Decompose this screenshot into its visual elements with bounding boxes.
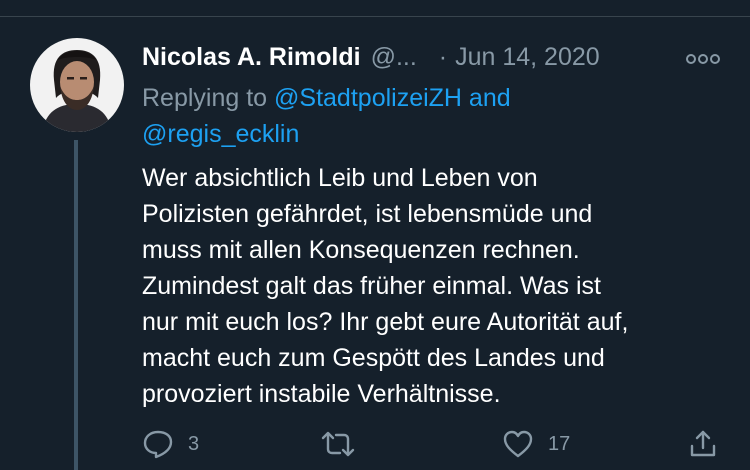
share-icon (690, 430, 716, 457)
replying-to: Replying to @StadtpolizeiZH and @regis_ec… (142, 80, 702, 152)
heart-icon (503, 430, 533, 458)
mention-joiner: and (461, 84, 511, 112)
tweet-header: Nicolas A. Rimoldi @... · Jun 14, 2020 (142, 40, 600, 74)
like-button[interactable]: 17 (502, 424, 570, 464)
share-button[interactable] (688, 424, 718, 464)
tweet-text-line: Zumindest galt das früher einmal. Was is… (142, 272, 601, 300)
top-divider (0, 16, 750, 17)
mention-link[interactable]: @regis_ecklin (142, 120, 299, 148)
tweet-text-line: provoziert instabile Verhältnisse. (142, 380, 501, 408)
separator-dot: · (438, 42, 448, 71)
tweet-text-line: macht euch zum Gespött des Landes und (142, 344, 605, 372)
tweet-date[interactable]: Jun 14, 2020 (455, 43, 600, 72)
tweet-text-line: Wer absichtlich Leib und Leben von (142, 164, 538, 192)
action-bar: 3 17 (0, 424, 750, 464)
tweet-text: Wer absichtlich Leib und Leben von Poliz… (142, 160, 722, 412)
avatar-image (30, 38, 124, 132)
retweet-icon (321, 431, 355, 457)
reply-icon (143, 430, 173, 459)
like-count: 17 (548, 432, 571, 455)
tweet-text-line: Polizisten gefährdet, ist lebensmüde und (142, 200, 593, 228)
author-handle[interactable]: @... (371, 43, 417, 72)
tweet-text-line: nur mit euch los? Ihr gebt eure Autoritä… (142, 308, 629, 336)
tweet-text-line: muss mit allen Konsequenzen rechnen. (142, 236, 580, 264)
more-horizontal-icon[interactable] (686, 52, 720, 64)
replying-label: Replying to (142, 84, 275, 112)
retweet-button[interactable] (320, 424, 370, 464)
reply-button[interactable]: 3 (142, 424, 199, 464)
mention-link[interactable]: @StadtpolizeiZH (274, 84, 462, 112)
reply-count: 3 (188, 432, 200, 455)
avatar[interactable] (30, 38, 124, 132)
thread-line (74, 140, 78, 470)
author-name[interactable]: Nicolas A. Rimoldi (142, 43, 361, 72)
